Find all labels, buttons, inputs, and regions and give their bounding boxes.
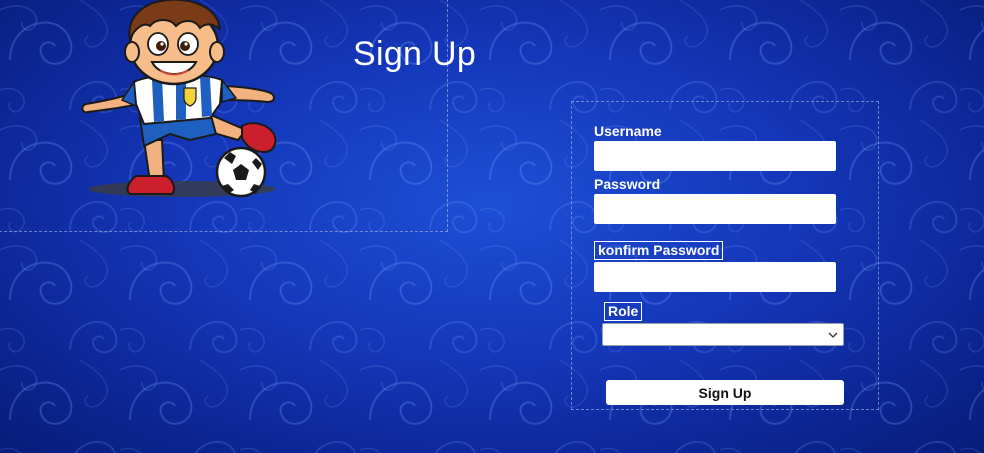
sign-up-button[interactable]: Sign Up	[606, 380, 844, 405]
signup-window: Sign Up Username Password konfirm Passwo…	[0, 0, 984, 453]
role-label: Role	[604, 302, 643, 321]
password-input[interactable]	[594, 194, 836, 224]
confirm-password-input[interactable]	[594, 262, 836, 292]
username-label: Username	[594, 123, 662, 139]
page-title: Sign Up	[353, 35, 477, 73]
password-label: Password	[594, 176, 661, 192]
chevron-down-icon	[828, 332, 838, 338]
confirm-password-label: konfirm Password	[594, 241, 724, 260]
role-dropdown[interactable]	[602, 323, 844, 346]
username-input[interactable]	[594, 141, 836, 171]
soccer-player-mascot-icon	[81, 0, 277, 198]
